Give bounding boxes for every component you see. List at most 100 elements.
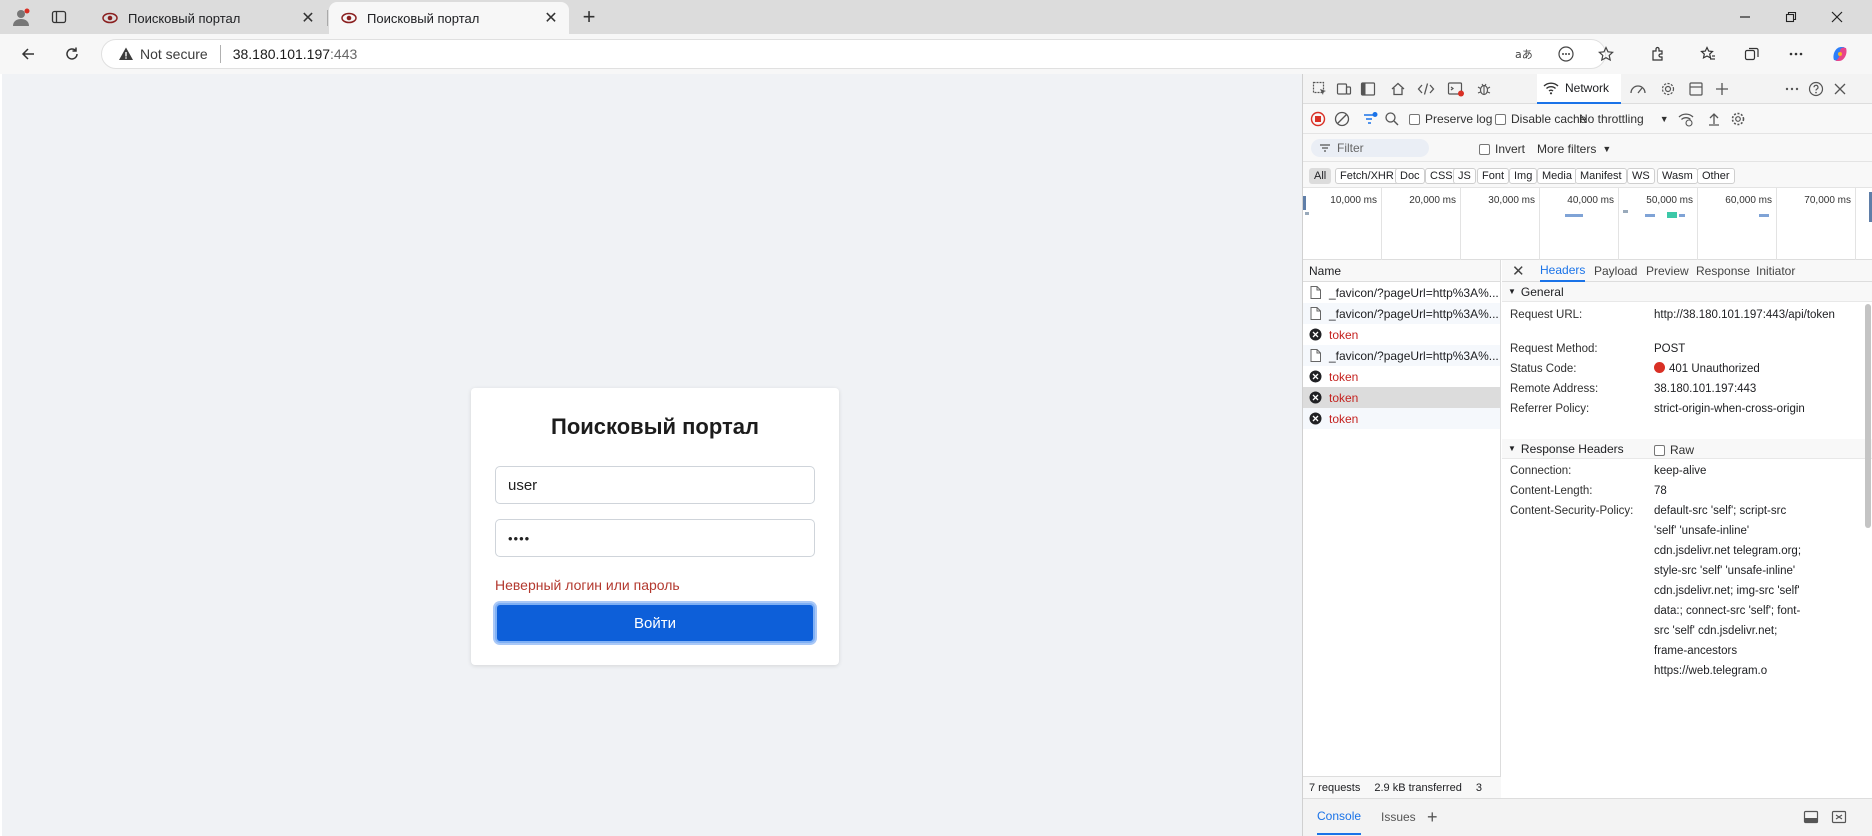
more-tools-plus-icon[interactable] [1711, 79, 1733, 99]
type-filter-all[interactable]: All [1309, 168, 1332, 184]
device-emulation-icon[interactable] [1333, 79, 1355, 99]
network-overview-timeline[interactable]: 10,000 ms 20,000 ms 30,000 ms 40,000 ms … [1303, 188, 1872, 260]
restore-icon[interactable] [1768, 2, 1814, 32]
collections-icon[interactable] [1738, 40, 1766, 68]
url-text[interactable]: 38.180.101.197:443 [233, 46, 358, 62]
type-filter-manifest[interactable]: Manifest [1575, 168, 1627, 184]
console-icon[interactable] [1445, 79, 1467, 99]
add-drawer-tab-icon[interactable]: + [1427, 799, 1438, 835]
network-settings-gear-icon[interactable] [1727, 109, 1749, 129]
application-panel-icon[interactable] [1685, 79, 1707, 99]
close-devtools-icon[interactable] [1829, 79, 1851, 99]
type-filter-fetch-xhr[interactable]: Fetch/XHR [1335, 168, 1399, 184]
type-filter-doc[interactable]: Doc [1395, 168, 1425, 184]
invert-checkbox[interactable]: Invert [1479, 142, 1525, 156]
header-value[interactable]: default-src 'self'; script-src 'self' 'u… [1654, 501, 1804, 681]
type-filter-js[interactable]: JS [1453, 168, 1476, 184]
minimize-icon[interactable] [1722, 2, 1768, 32]
filter-funnel-icon[interactable] [1359, 109, 1381, 129]
tab-payload[interactable]: Payload [1594, 260, 1637, 282]
drawer-tab-console[interactable]: Console [1317, 799, 1362, 835]
chevron-down-icon: ▼ [1602, 144, 1612, 154]
new-tab-icon[interactable]: + [576, 4, 602, 29]
address-bar[interactable]: Not secure 38.180.101.197:443 [101, 39, 1606, 69]
network-conditions-icon[interactable] [1675, 109, 1697, 129]
record-stop-icon[interactable] [1307, 109, 1329, 129]
devtools-more-icon[interactable] [1781, 79, 1803, 99]
not-secure-label[interactable]: Not secure [140, 46, 208, 62]
header-value[interactable]: POST [1654, 339, 1862, 359]
dock-drawer-icon[interactable] [1803, 799, 1819, 835]
inspect-element-icon[interactable] [1309, 79, 1331, 99]
memory-gear-icon[interactable] [1657, 79, 1679, 99]
copilot-icon[interactable] [1826, 40, 1854, 68]
elements-code-icon[interactable] [1415, 79, 1437, 99]
welcome-home-icon[interactable] [1387, 79, 1409, 99]
login-submit-button[interactable]: Войти [495, 603, 815, 643]
more-filters-dropdown[interactable]: More filters ▼ [1537, 142, 1611, 156]
search-icon[interactable] [1381, 109, 1403, 129]
raw-checkbox[interactable]: Raw [1654, 443, 1694, 457]
close-tab-icon[interactable]: ✕ [541, 8, 561, 28]
clear-log-icon[interactable] [1331, 109, 1353, 129]
import-har-icon[interactable] [1703, 109, 1725, 129]
tab-response[interactable]: Response [1696, 260, 1750, 282]
header-value[interactable]: http://38.180.101.197:443/api/token [1654, 305, 1862, 325]
help-icon[interactable] [1805, 79, 1827, 99]
more-options-circle-icon[interactable] [1552, 40, 1580, 68]
favorites-icon[interactable] [1694, 40, 1722, 68]
reload-icon[interactable] [58, 40, 86, 68]
performance-icon[interactable] [1627, 79, 1649, 99]
back-arrow-icon[interactable] [14, 40, 42, 68]
request-row[interactable]: token [1303, 408, 1500, 429]
tab-headers[interactable]: Headers [1540, 260, 1586, 282]
request-row[interactable]: token [1303, 366, 1500, 387]
close-window-icon[interactable] [1814, 2, 1860, 32]
request-row[interactable]: _favicon/?pageUrl=http%3A%... [1303, 345, 1500, 366]
response-headers-section-header[interactable]: ▼ Response Headers Raw [1502, 439, 1872, 459]
header-value[interactable]: 78 [1654, 481, 1862, 501]
type-filter-ws[interactable]: WS [1627, 168, 1655, 184]
browser-tab-2[interactable]: Поисковый портал ✕ [329, 2, 569, 34]
close-detail-icon[interactable]: ✕ [1512, 260, 1525, 282]
timeline-label: 20,000 ms [1409, 195, 1456, 206]
extensions-icon[interactable] [1644, 40, 1672, 68]
preserve-log-checkbox[interactable]: Preserve log [1409, 112, 1492, 126]
header-value[interactable]: strict-origin-when-cross-origin [1654, 399, 1862, 419]
sources-bug-icon[interactable] [1473, 79, 1495, 99]
type-filter-other[interactable]: Other [1697, 168, 1735, 184]
general-section-header[interactable]: ▼ General [1502, 282, 1872, 302]
type-filter-wasm[interactable]: Wasm [1657, 168, 1698, 184]
header-value[interactable]: 38.180.101.197:443 [1654, 379, 1862, 399]
name-column-header[interactable]: Name [1303, 260, 1500, 282]
close-tab-icon[interactable]: ✕ [298, 8, 318, 28]
disable-cache-checkbox[interactable]: Disable cache [1495, 112, 1586, 126]
profile-avatar-icon[interactable] [8, 5, 34, 29]
password-input[interactable]: •••• [495, 519, 815, 557]
throttling-select[interactable]: No throttling ▼ [1579, 112, 1669, 126]
type-filter-media[interactable]: Media [1537, 168, 1577, 184]
filter-input[interactable]: Filter [1311, 139, 1429, 157]
request-row-selected[interactable]: token [1303, 387, 1500, 408]
settings-more-icon[interactable] [1782, 40, 1810, 68]
favorite-star-icon[interactable] [1592, 40, 1620, 68]
browser-tab-1[interactable]: Поисковый портал ✕ [90, 2, 326, 34]
request-row[interactable]: _favicon/?pageUrl=http%3A%... [1303, 303, 1500, 324]
read-aloud-icon[interactable]: aあ [1510, 40, 1538, 68]
close-drawer-icon[interactable] [1831, 799, 1847, 835]
header-value[interactable]: keep-alive [1654, 461, 1862, 481]
request-row[interactable]: token [1303, 324, 1500, 345]
devtools-network-tab[interactable]: Network [1537, 74, 1621, 104]
username-input[interactable]: user [495, 466, 815, 504]
status-code-value[interactable]: 401 Unauthorized [1654, 359, 1862, 379]
type-filter-img[interactable]: Img [1509, 168, 1538, 184]
dock-side-icon[interactable] [1357, 79, 1379, 99]
svg-text:aあ: aあ [1515, 48, 1533, 61]
drawer-tab-issues[interactable]: Issues [1381, 799, 1416, 835]
tab-preview[interactable]: Preview [1646, 260, 1689, 282]
request-row[interactable]: _favicon/?pageUrl=http%3A%... [1303, 282, 1500, 303]
type-filter-font[interactable]: Font [1477, 168, 1510, 184]
detail-scrollbar[interactable] [1865, 304, 1871, 528]
tab-actions-icon[interactable] [46, 5, 72, 29]
tab-initiator[interactable]: Initiator [1756, 260, 1795, 282]
